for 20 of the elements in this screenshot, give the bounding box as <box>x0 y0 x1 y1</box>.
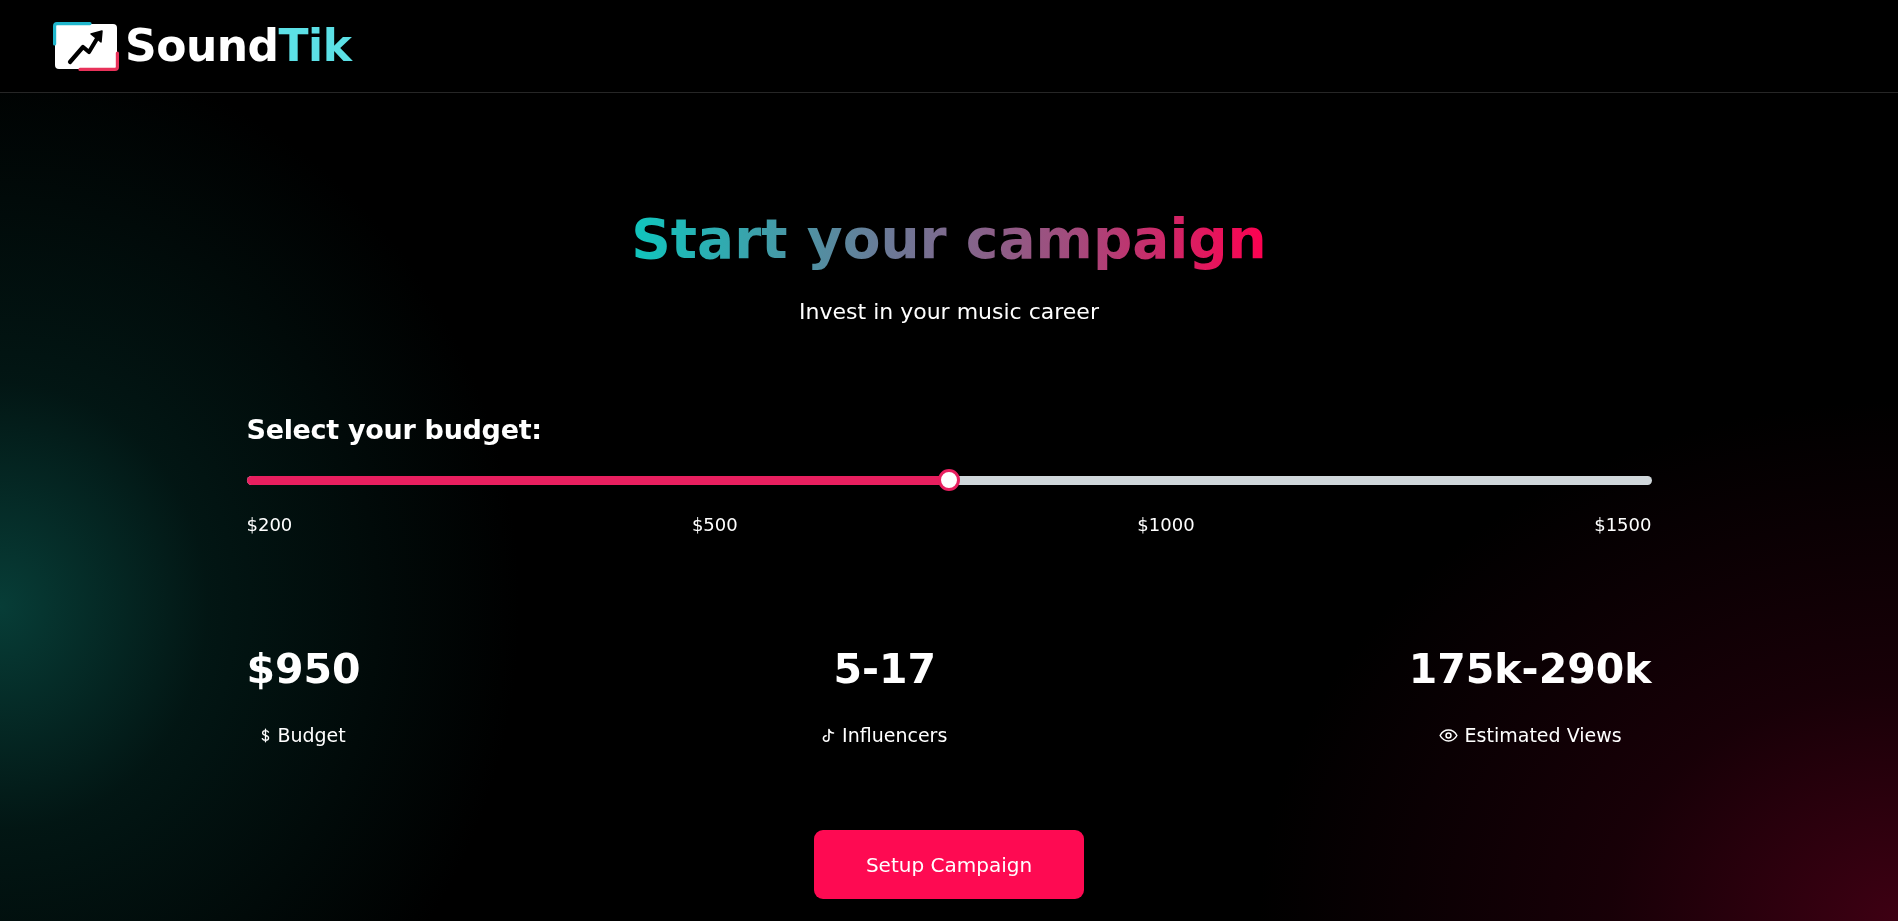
slider-tick-label: $500 <box>691 513 738 537</box>
stat-value: 175k-290k <box>1408 644 1652 694</box>
brand-name: SoundTik <box>125 20 352 72</box>
brand-logo-icon <box>53 21 119 71</box>
slider-tick-label: $1000 <box>1137 513 1195 537</box>
budget-slider[interactable] <box>246 469 1652 491</box>
stat-label: Budget <box>277 723 346 748</box>
slider-thumb[interactable] <box>938 469 960 491</box>
page-subtitle: Invest in your music career <box>799 298 1099 326</box>
eye-icon <box>1438 727 1458 743</box>
stat-label: Influencers <box>842 723 948 748</box>
music-note-icon <box>822 727 836 743</box>
setup-campaign-button[interactable]: Setup Campaign <box>814 830 1084 899</box>
budget-label: Select your budget: <box>246 413 543 447</box>
stat-value: $950 <box>246 644 361 694</box>
stat-label: Estimated Views <box>1464 723 1622 748</box>
stat-value: 5-17 <box>833 644 936 694</box>
dollar-icon <box>261 727 271 743</box>
slider-tick-label: $1500 <box>1594 513 1652 537</box>
slider-tick-label: $200 <box>246 513 293 537</box>
